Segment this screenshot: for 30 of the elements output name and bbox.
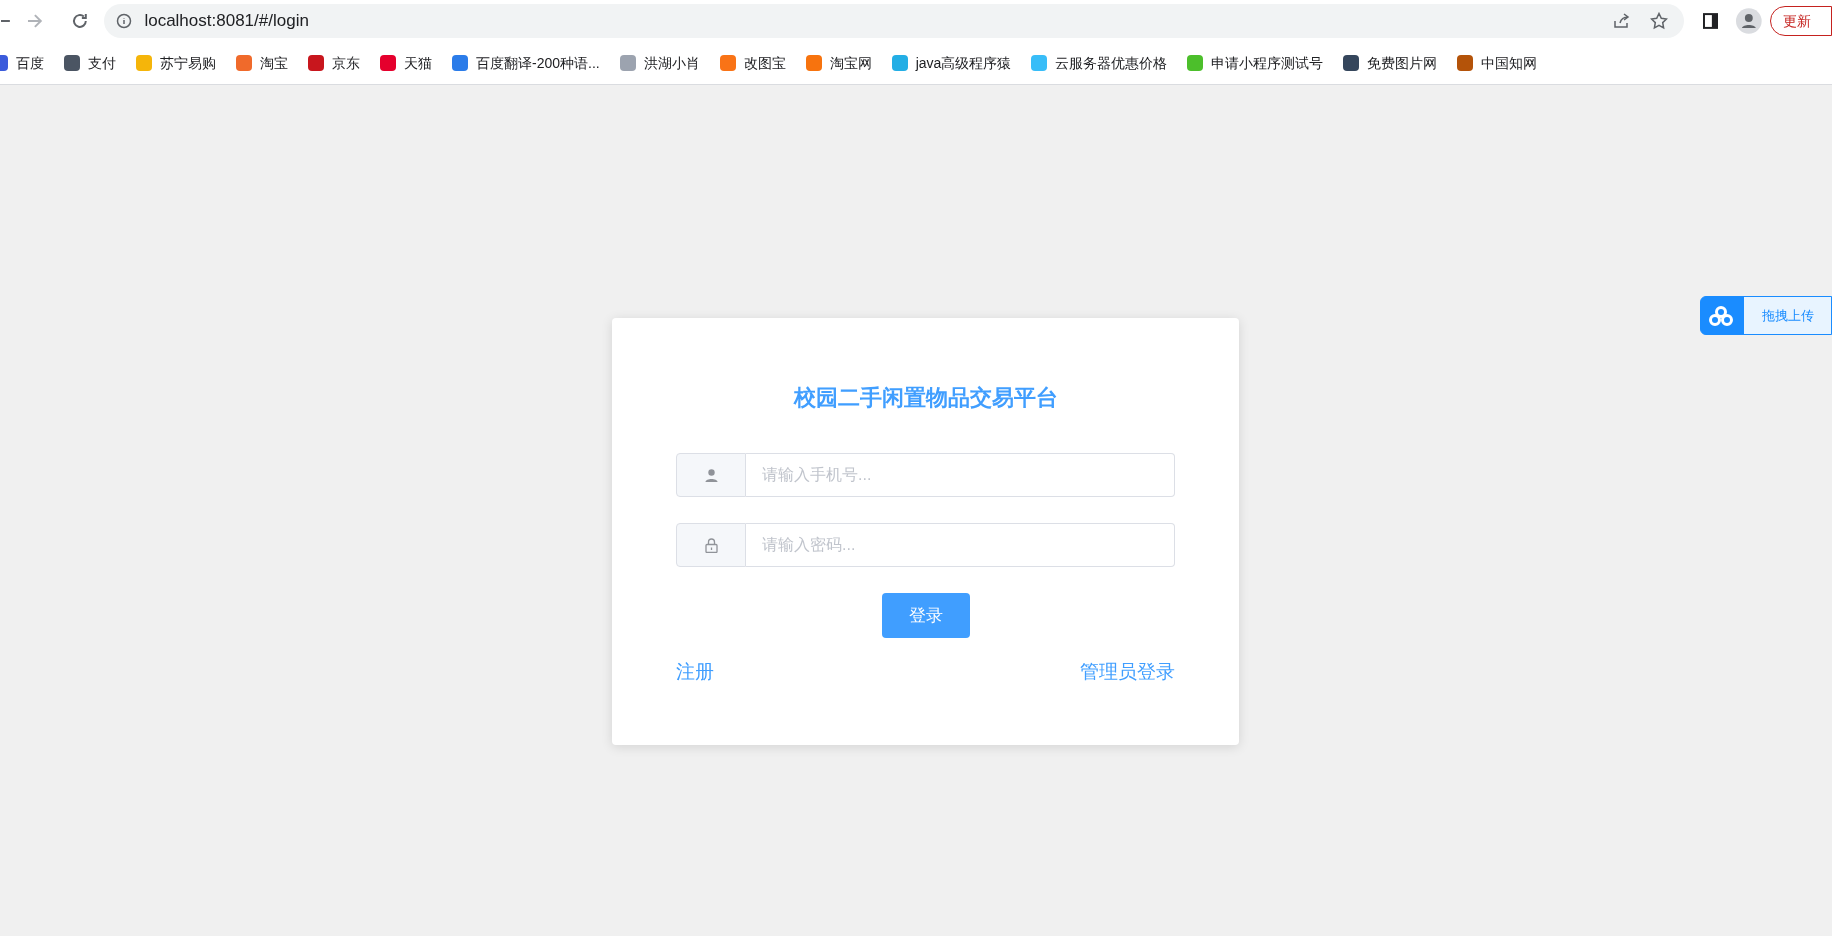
address-bar[interactable]: localhost:8081/#/login — [104, 4, 1684, 38]
share-icon[interactable] — [1611, 12, 1630, 30]
bookmark[interactable]: 淘宝网 — [805, 52, 872, 74]
user-icon — [704, 468, 718, 482]
bookmark[interactable]: 天猫 — [380, 52, 432, 74]
lock-icon — [704, 537, 718, 553]
reload-icon[interactable] — [70, 12, 89, 30]
upload-label: 拖拽上传 — [1744, 297, 1831, 334]
login-title: 校园二手闲置物品交易平台 — [792, 384, 1059, 412]
bookmark[interactable]: 百度翻译-200种语... — [452, 52, 600, 74]
side-panel-icon[interactable] — [1702, 13, 1719, 29]
bookmark[interactable]: java高级程序猿 — [891, 52, 1012, 74]
bookmark[interactable]: 苏宁易购 — [136, 52, 216, 74]
address-text: localhost:8081/#/login — [144, 10, 309, 33]
cloud-logo-icon — [1709, 306, 1733, 326]
profile-avatar-icon[interactable] — [1736, 8, 1762, 34]
bookmark[interactable]: 免费图片网 — [1343, 52, 1438, 74]
input-field[interactable]: 请输入手机号... — [746, 453, 1175, 497]
bookmark[interactable]: 云服务器优惠价格 — [1031, 52, 1168, 74]
bookmark[interactable]: 中国知网 — [1457, 52, 1538, 74]
bookmark[interactable]: 申请小程序测试号 — [1187, 52, 1324, 74]
bookmark[interactable]: 百度 — [0, 52, 44, 74]
input-field[interactable]: 请输入密码... — [746, 523, 1175, 567]
bookmark[interactable]: 京东 — [308, 52, 360, 74]
bookmark[interactable]: 支付 — [64, 52, 116, 74]
bookmark[interactable]: 洪湖小肖 — [619, 52, 700, 74]
bookmark[interactable]: 淘宝 — [236, 52, 288, 74]
bookmark[interactable]: 改图宝 — [719, 52, 786, 74]
star-icon[interactable] — [1649, 12, 1668, 30]
info-icon[interactable] — [116, 13, 133, 29]
